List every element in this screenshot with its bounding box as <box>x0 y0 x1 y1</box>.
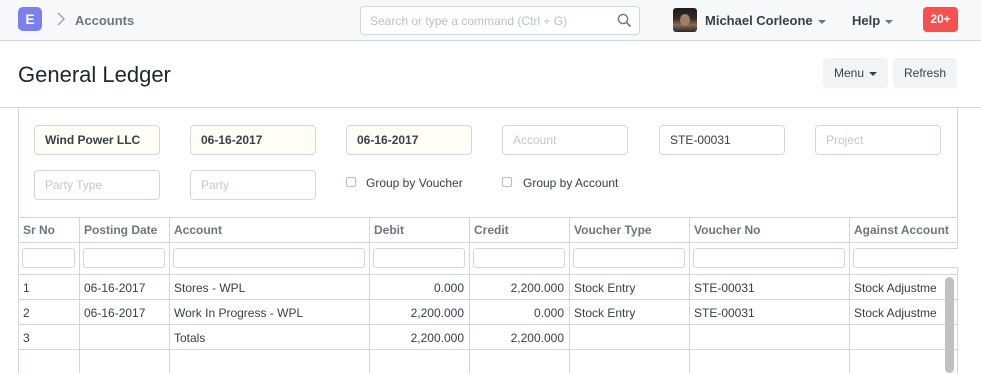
app-logo[interactable]: E <box>18 7 42 31</box>
group-by-account-label: Group by Account <box>523 176 619 190</box>
cell-posting-date[interactable]: 06-16-2017 <box>79 276 169 300</box>
cell-posting-date[interactable] <box>79 326 169 350</box>
cell-credit[interactable]: 2,200.000 <box>469 276 569 300</box>
cell-against-account[interactable]: Stock Adjustme <box>849 301 958 325</box>
cell-account[interactable]: Stores - WPL <box>169 276 369 300</box>
cell-debit[interactable]: 2,200.000 <box>369 326 469 350</box>
breadcrumb-accounts[interactable]: Accounts <box>75 13 134 28</box>
cell-sr-no[interactable]: 3 <box>18 326 79 350</box>
cell-sr-no[interactable]: 2 <box>18 301 79 325</box>
caret-down-icon <box>885 19 894 24</box>
column-header-sr-no[interactable]: Sr No <box>18 218 79 243</box>
cell-voucher-no[interactable]: STE-00031 <box>689 301 849 325</box>
company-field[interactable] <box>34 125 160 155</box>
cell-voucher-no[interactable]: STE-00031 <box>689 276 849 300</box>
to-date-field[interactable] <box>346 125 472 155</box>
cell-voucher-type[interactable] <box>569 326 689 350</box>
vertical-scrollbar[interactable] <box>945 277 954 373</box>
help-label: Help <box>852 13 881 28</box>
cell-voucher-type[interactable]: Stock Entry <box>569 276 689 300</box>
group-by-account-checkbox[interactable] <box>502 177 512 187</box>
user-menu[interactable]: Michael Corleone <box>705 13 826 28</box>
search-input[interactable] <box>361 7 611 34</box>
cell-credit[interactable]: 2,200.000 <box>469 326 569 350</box>
cell-account[interactable]: Work In Progress - WPL <box>169 301 369 325</box>
column-header-voucher-type[interactable]: Voucher Type <box>569 218 689 243</box>
column-header-voucher-no[interactable]: Voucher No <box>689 218 849 243</box>
caret-down-icon <box>817 19 826 24</box>
cell-against-account[interactable]: Stock Adjustme <box>849 276 958 300</box>
column-header-credit[interactable]: Credit <box>469 218 569 243</box>
column-header-posting-date[interactable]: Posting Date <box>79 218 169 243</box>
party-type-field[interactable] <box>34 170 160 200</box>
column-filter-voucher-no[interactable] <box>693 248 845 268</box>
cell-posting-date[interactable]: 06-16-2017 <box>79 301 169 325</box>
search-icon[interactable] <box>617 13 632 28</box>
ledger-grid: Sr No Posting Date Account Debit Credit Vouch… <box>18 217 958 373</box>
search-bar <box>360 6 640 35</box>
cell-sr-no[interactable]: 1 <box>18 276 79 300</box>
column-header-against-account[interactable]: Against Account <box>849 218 958 243</box>
menu-button-label: Menu <box>833 66 865 80</box>
refresh-button[interactable]: Refresh <box>893 58 957 88</box>
column-filter-voucher-type[interactable] <box>573 248 685 268</box>
divider <box>0 107 981 108</box>
cell-voucher-no[interactable] <box>689 326 849 350</box>
column-filter-against-account[interactable] <box>853 248 958 268</box>
help-menu[interactable]: Help <box>852 13 894 28</box>
column-header-account[interactable]: Account <box>169 218 369 243</box>
page-title: General Ledger <box>18 62 171 87</box>
group-by-voucher-checkbox[interactable] <box>346 177 356 187</box>
caret-down-icon <box>869 71 878 76</box>
account-field[interactable] <box>502 125 628 155</box>
from-date-field[interactable] <box>190 125 316 155</box>
project-field[interactable] <box>815 125 941 155</box>
user-avatar[interactable] <box>673 8 697 32</box>
cell-credit[interactable]: 0.000 <box>469 301 569 325</box>
column-filter-debit[interactable] <box>373 248 465 268</box>
notification-badge[interactable]: 20+ <box>923 7 958 32</box>
cell-debit[interactable]: 0.000 <box>369 276 469 300</box>
cell-against-account[interactable] <box>849 326 958 350</box>
user-name: Michael Corleone <box>705 13 813 28</box>
column-filter-account[interactable] <box>173 248 365 268</box>
group-by-voucher-label: Group by Voucher <box>366 176 463 190</box>
column-filter-posting-date[interactable] <box>83 248 165 268</box>
cell-account[interactable]: Totals <box>169 326 369 350</box>
cell-debit[interactable]: 2,200.000 <box>369 301 469 325</box>
cell-voucher-type[interactable]: Stock Entry <box>569 301 689 325</box>
top-navbar: E Accounts Michael Corleone Help 20+ <box>0 0 981 41</box>
party-field[interactable] <box>190 170 316 200</box>
chevron-right-icon <box>57 12 66 26</box>
voucher-no-field[interactable] <box>659 125 785 155</box>
column-header-debit[interactable]: Debit <box>369 218 469 243</box>
column-filter-sr-no[interactable] <box>22 248 75 268</box>
column-filter-credit[interactable] <box>473 248 565 268</box>
menu-button[interactable]: Menu <box>823 58 888 88</box>
